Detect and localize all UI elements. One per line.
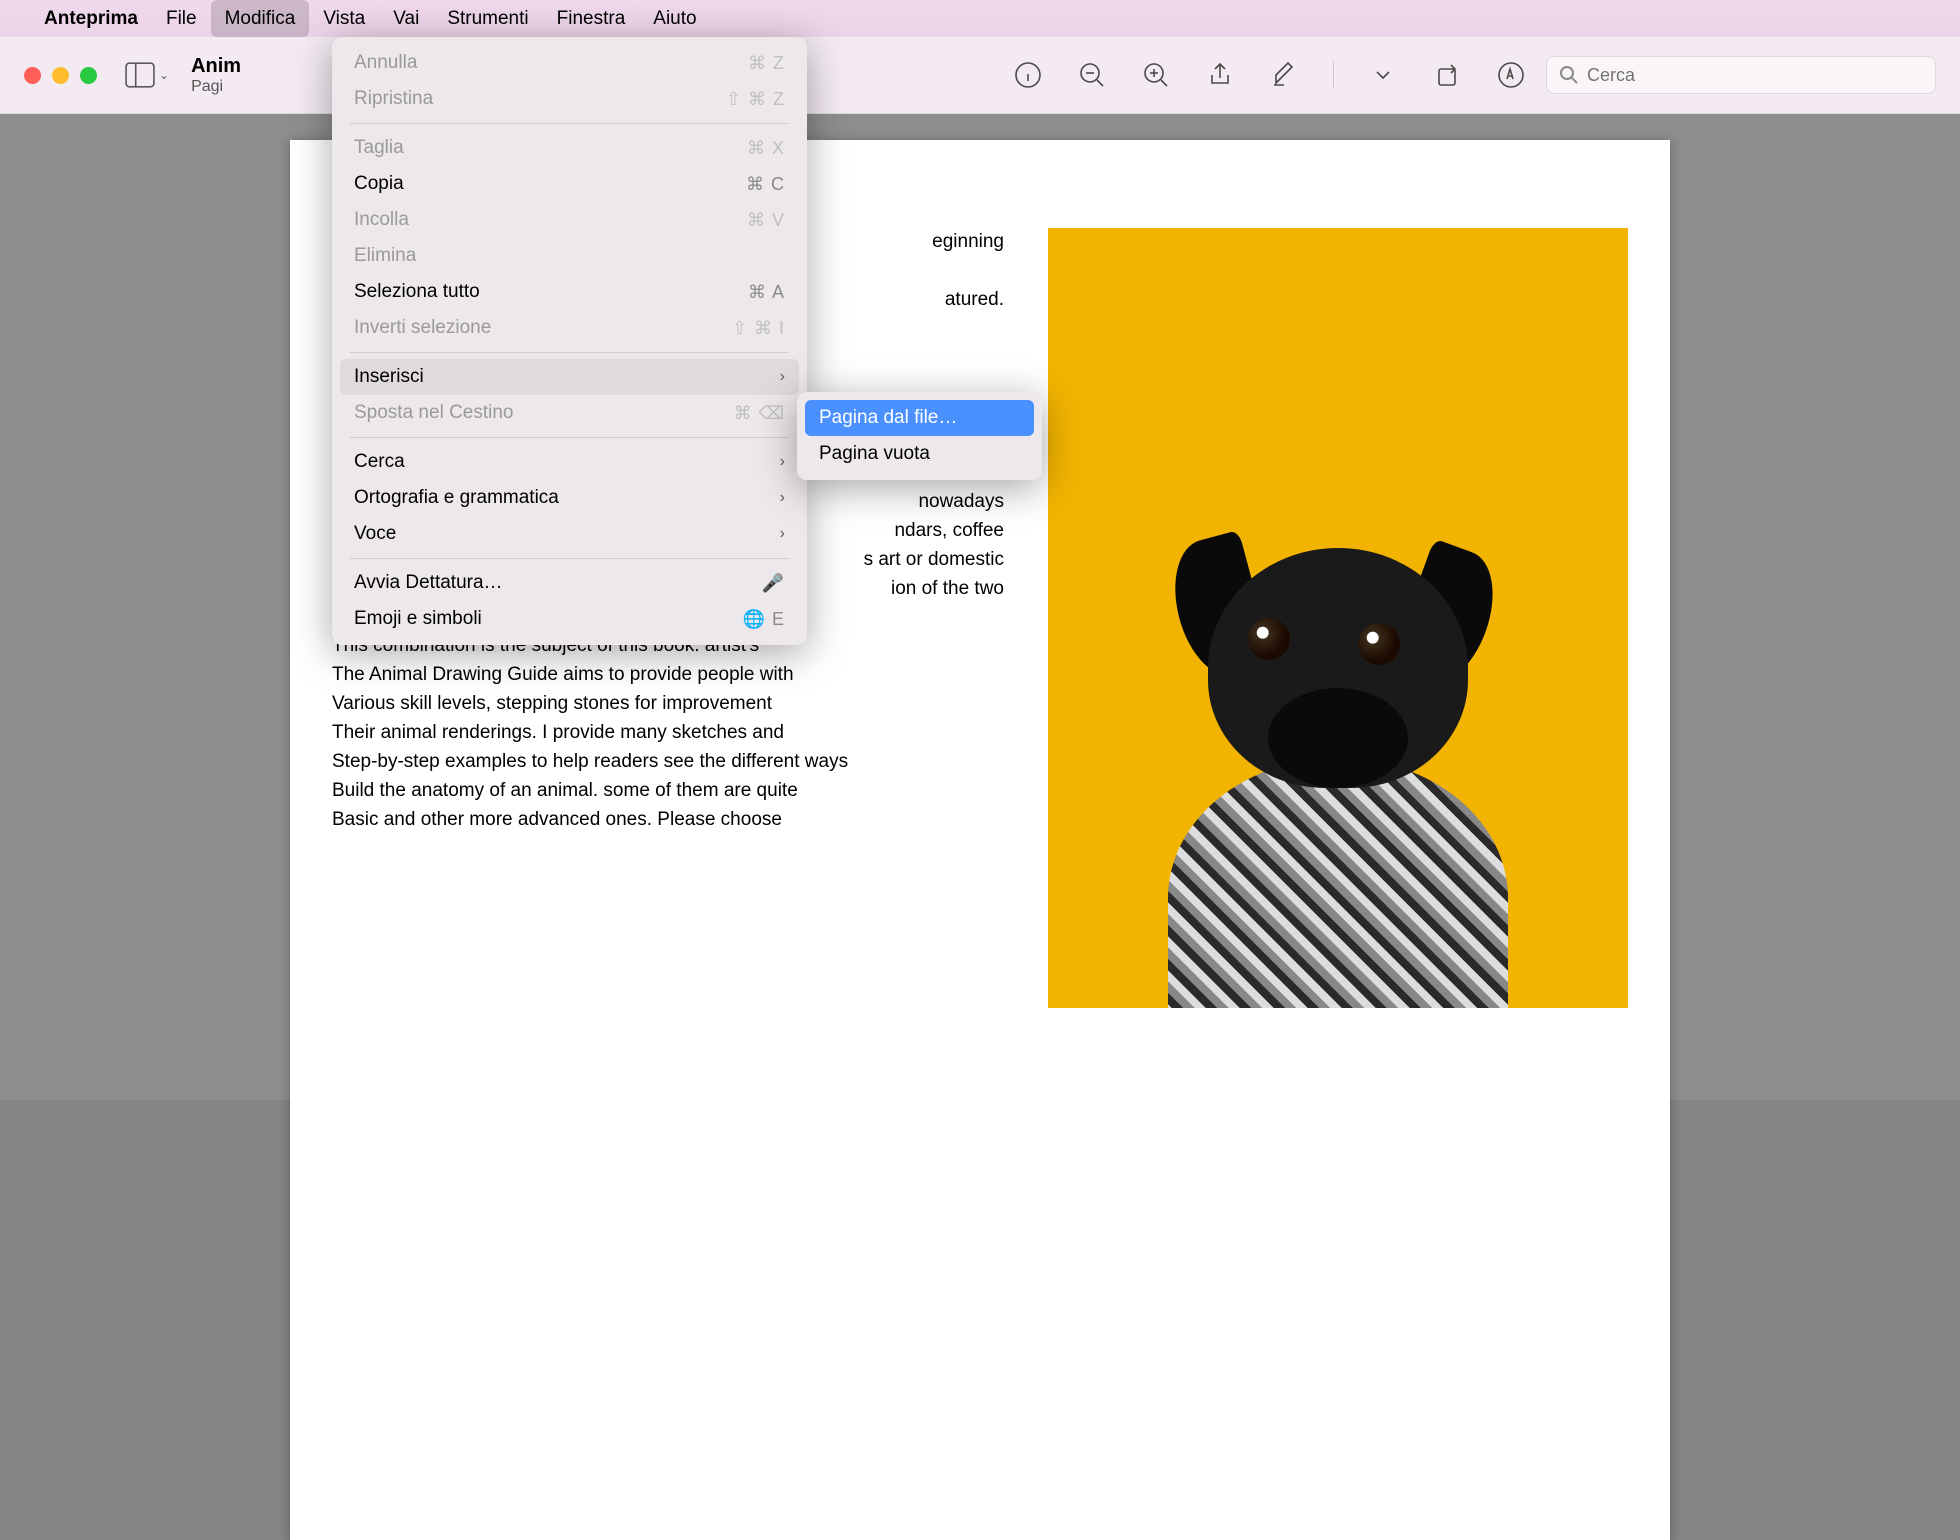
window-subtitle: Pagi	[191, 78, 241, 96]
text-line: Step-by-step examples to help readers se…	[332, 748, 1004, 777]
menu-item-insert[interactable]: Inserisci›	[340, 359, 799, 395]
menu-item-invert-selection[interactable]: Inverti selezione⇧ ⌘ I	[340, 310, 799, 346]
toolbar-separator	[1333, 61, 1334, 89]
zoom-in-icon[interactable]	[1141, 60, 1171, 90]
rotate-icon[interactable]	[1432, 60, 1462, 90]
menu-vai[interactable]: Vai	[379, 0, 433, 37]
submenu-item-blank-page[interactable]: Pagina vuota	[805, 436, 1034, 472]
search-input[interactable]	[1587, 65, 1923, 86]
info-icon[interactable]	[1013, 60, 1043, 90]
menu-item-delete[interactable]: Elimina	[340, 238, 799, 274]
close-button[interactable]	[24, 67, 41, 84]
window-title: Anim	[191, 55, 241, 78]
search-icon	[1559, 65, 1579, 85]
menu-modifica[interactable]: Modifica	[211, 0, 310, 37]
edit-menu-dropdown: Annulla⌘ Z Ripristina⇧ ⌘ Z Taglia⌘ X Cop…	[332, 37, 807, 645]
menu-aiuto[interactable]: Aiuto	[639, 0, 710, 37]
menubar-appname[interactable]: Anteprima	[30, 8, 152, 30]
sidebar-toggle[interactable]: ⌄	[125, 62, 169, 88]
search-box[interactable]	[1546, 56, 1936, 94]
page-image	[1048, 228, 1628, 1008]
document-canvas[interactable]: eginning atured. le and style nowadays n…	[0, 114, 1960, 1100]
submenu-item-page-from-file[interactable]: Pagina dal file…	[805, 400, 1034, 436]
menu-item-select-all[interactable]: Seleziona tutto⌘ A	[340, 274, 799, 310]
chevron-down-icon: ⌄	[159, 68, 169, 82]
menu-vista[interactable]: Vista	[309, 0, 379, 37]
chevron-right-icon: ›	[780, 368, 785, 386]
chevron-right-icon: ›	[780, 489, 785, 507]
menu-item-spelling[interactable]: Ortografia e grammatica›	[340, 480, 799, 516]
traffic-lights	[24, 67, 97, 84]
menu-item-find[interactable]: Cerca›	[340, 444, 799, 480]
menu-separator	[350, 352, 789, 353]
menu-item-undo[interactable]: Annulla⌘ Z	[340, 45, 799, 81]
menu-item-speech[interactable]: Voce›	[340, 516, 799, 552]
text-line: Various skill levels, stepping stones fo…	[332, 690, 1004, 719]
mic-icon: 🎤	[762, 573, 785, 594]
menu-item-dictation[interactable]: Avvia Dettatura…🎤	[340, 565, 799, 601]
minimize-button[interactable]	[52, 67, 69, 84]
chevron-right-icon: ›	[780, 525, 785, 543]
zoom-button[interactable]	[80, 67, 97, 84]
menu-item-emoji[interactable]: Emoji e simboli🌐 E	[340, 601, 799, 637]
highlight-icon[interactable]	[1269, 60, 1299, 90]
text-line: Build the anatomy of an animal. some of …	[332, 777, 1004, 806]
menu-item-copy[interactable]: Copia⌘ C	[340, 166, 799, 202]
pug-illustration	[1128, 508, 1548, 1008]
markup-icon[interactable]	[1496, 60, 1526, 90]
menu-finestra[interactable]: Finestra	[543, 0, 640, 37]
menu-item-redo[interactable]: Ripristina⇧ ⌘ Z	[340, 81, 799, 117]
menu-item-move-to-trash[interactable]: Sposta nel Cestino⌘ ⌫	[340, 395, 799, 431]
chevron-right-icon: ›	[780, 453, 785, 471]
menu-separator	[350, 437, 789, 438]
zoom-out-icon[interactable]	[1077, 60, 1107, 90]
share-icon[interactable]	[1205, 60, 1235, 90]
text-line: The Animal Drawing Guide aims to provide…	[332, 661, 1004, 690]
menu-strumenti[interactable]: Strumenti	[433, 0, 542, 37]
menu-separator	[350, 558, 789, 559]
menu-item-paste[interactable]: Incolla⌘ V	[340, 202, 799, 238]
menu-separator	[350, 123, 789, 124]
insert-submenu: Pagina dal file… Pagina vuota	[797, 392, 1042, 480]
window-title-block: Anim Pagi	[191, 55, 241, 96]
menubar: Anteprima File Modifica Vista Vai Strume…	[0, 0, 1960, 37]
titlebar: ⌄ Anim Pagi	[0, 37, 1960, 114]
toolbar	[1013, 60, 1526, 90]
menu-file[interactable]: File	[152, 0, 211, 37]
text-line: Basic and other more advanced ones. Plea…	[332, 806, 1004, 835]
app-window: ⌄ Anim Pagi eginning atured.	[0, 37, 1960, 1100]
text-line: Their animal renderings. I provide many …	[332, 719, 1004, 748]
chevron-down-icon[interactable]	[1368, 60, 1398, 90]
menu-item-cut[interactable]: Taglia⌘ X	[340, 130, 799, 166]
